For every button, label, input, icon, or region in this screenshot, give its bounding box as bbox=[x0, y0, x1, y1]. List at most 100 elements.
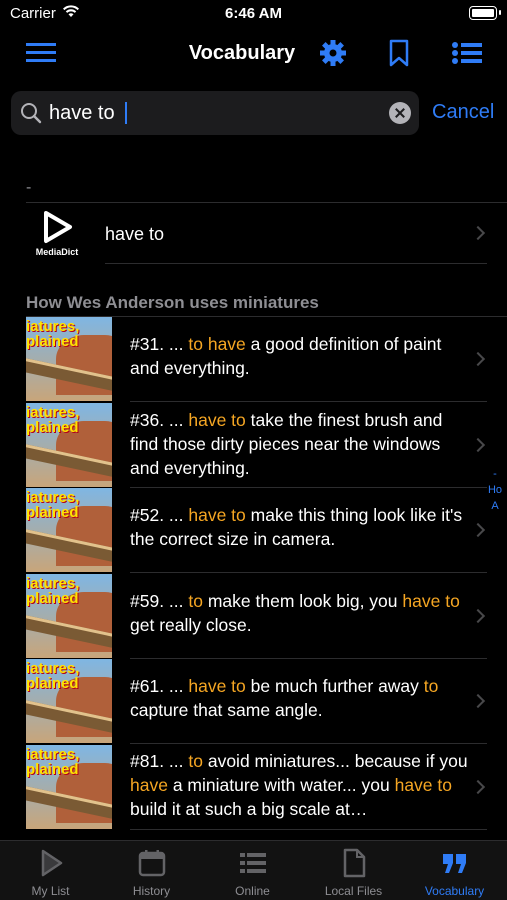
chevron-right-icon bbox=[470, 437, 486, 452]
chevron-right-icon bbox=[470, 693, 486, 709]
search-icon bbox=[20, 102, 42, 129]
search-input[interactable] bbox=[49, 91, 379, 135]
highlighted-phrase: to bbox=[188, 750, 203, 771]
subtitle-fragment: build it at such a big scale at… bbox=[130, 798, 368, 819]
chevron-right-icon bbox=[470, 225, 486, 241]
subtitle-number: #81. bbox=[130, 750, 165, 771]
subtitle-fragment: ... bbox=[164, 409, 189, 430]
subtitle-entry-row[interactable]: iatures, plained #81. ... to avoid miniatu… bbox=[0, 744, 507, 830]
tab-my-list[interactable]: My List bbox=[0, 841, 101, 900]
video-thumbnail: iatures, plained bbox=[26, 317, 112, 401]
chevron-right-icon bbox=[470, 351, 486, 367]
search-bar: Cancel bbox=[0, 91, 507, 137]
thumbnail-caption: plained bbox=[26, 418, 79, 436]
thumbnail-caption: plained bbox=[26, 675, 79, 692]
video-thumbnail: iatures, plained bbox=[26, 488, 112, 572]
index-entry[interactable]: Ho bbox=[485, 482, 505, 498]
subtitle-fragment: ... bbox=[164, 334, 189, 354]
battery-icon bbox=[469, 6, 501, 20]
subtitle-text: #31. ... to have a good definition of pa… bbox=[130, 332, 470, 380]
play-icon bbox=[36, 848, 66, 878]
subtitle-entry-row[interactable]: iatures, plained #59. ... to make them loo… bbox=[0, 573, 507, 659]
search-field[interactable] bbox=[11, 91, 419, 135]
dictionary-result-row[interactable]: MediaDict have to bbox=[0, 203, 507, 263]
logo-label: MediaDict bbox=[35, 247, 79, 257]
tab-online[interactable]: Online bbox=[202, 841, 303, 900]
subtitle-number: #61. bbox=[130, 676, 165, 696]
chevron-right-icon bbox=[470, 608, 486, 623]
clock: 6:46 AM bbox=[225, 5, 282, 22]
list-icon bbox=[238, 848, 268, 878]
subtitle-entry-row[interactable]: iatures, plained #36. ... have to take the… bbox=[0, 402, 507, 488]
cancel-button[interactable]: Cancel bbox=[432, 101, 494, 124]
subtitle-number: #31. bbox=[130, 334, 165, 354]
subtitle-fragment: get really close. bbox=[130, 614, 252, 635]
list-icon[interactable] bbox=[450, 38, 484, 68]
thumbnail-caption: plained bbox=[26, 504, 79, 521]
subtitle-text: #36. ... have to take the finest brush a… bbox=[130, 408, 470, 480]
subtitle-fragment: be much further away bbox=[245, 676, 424, 696]
highlighted-phrase: have to bbox=[402, 590, 460, 611]
tab-history[interactable]: History bbox=[101, 841, 202, 900]
thumbnail-caption: plained bbox=[26, 333, 79, 350]
subtitle-text: #81. ... to avoid miniatures... because … bbox=[130, 749, 470, 821]
subtitle-text: #59. ... to make them look big, you have… bbox=[130, 589, 470, 637]
thumbnail-caption: plained bbox=[26, 760, 79, 778]
section-index[interactable]: - Ho A bbox=[485, 466, 505, 514]
tab-bar: My List History Online Local Files Vocab… bbox=[0, 840, 507, 900]
video-section-header: How Wes Anderson uses miniatures bbox=[26, 293, 319, 312]
quote-icon bbox=[440, 848, 470, 878]
thumbnail-caption: plained bbox=[26, 589, 79, 607]
calendar-icon bbox=[137, 848, 167, 878]
divider bbox=[105, 263, 487, 264]
tab-label: History bbox=[132, 884, 171, 898]
video-thumbnail: iatures, plained bbox=[26, 573, 112, 658]
index-entry[interactable]: A bbox=[485, 498, 505, 514]
tab-label: Vocabulary bbox=[424, 884, 485, 898]
highlighted-phrase: have bbox=[130, 774, 168, 795]
subtitle-entry-row[interactable]: iatures, plained #61. ... have to be much … bbox=[0, 658, 507, 744]
subtitle-text: #52. ... have to make this thing look li… bbox=[130, 503, 470, 551]
highlighted-phrase: have to bbox=[188, 676, 246, 696]
divider bbox=[130, 828, 487, 830]
tab-local-files[interactable]: Local Files bbox=[303, 841, 404, 900]
subtitle-entry-row[interactable]: iatures, plained #31. ... to have a good d… bbox=[0, 316, 507, 402]
subtitle-entry-row[interactable]: iatures, plained #52. ... have to make thi… bbox=[0, 487, 507, 573]
highlighted-phrase: to bbox=[423, 676, 439, 696]
video-thumbnail: iatures, plained bbox=[26, 402, 112, 487]
subtitle-fragment: avoid miniatures... because if you bbox=[202, 750, 468, 771]
tab-label: My List bbox=[31, 884, 70, 898]
bookmark-icon[interactable] bbox=[383, 38, 417, 68]
video-thumbnail: iatures, plained bbox=[26, 744, 112, 829]
document-icon bbox=[339, 848, 369, 878]
video-thumbnail: iatures, plained bbox=[26, 659, 112, 743]
index-entry[interactable]: - bbox=[485, 466, 505, 482]
section-header: - bbox=[26, 179, 32, 196]
subtitle-fragment: ... bbox=[164, 676, 189, 696]
subtitle-fragment: ... bbox=[164, 590, 189, 611]
status-bar: Carrier 6:46 AM bbox=[0, 0, 507, 28]
subtitle-number: #36. bbox=[130, 409, 165, 430]
tab-label: Local Files bbox=[324, 884, 383, 898]
tab-label: Online bbox=[235, 884, 270, 898]
subtitle-fragment: ... bbox=[164, 505, 189, 525]
subtitle-number: #59. bbox=[130, 590, 165, 611]
highlighted-phrase: to bbox=[188, 590, 203, 611]
highlighted-phrase: have to bbox=[394, 774, 452, 795]
subtitle-number: #52. bbox=[130, 505, 165, 525]
dictionary-word: have to bbox=[105, 224, 165, 244]
tab-vocabulary[interactable]: Vocabulary bbox=[404, 841, 505, 900]
nav-bar: Vocabulary bbox=[0, 28, 507, 78]
highlighted-phrase: have to bbox=[188, 409, 246, 430]
highlighted-phrase: have to bbox=[188, 505, 246, 525]
subtitle-fragment: a miniature with water... you bbox=[167, 774, 395, 795]
clear-search-icon[interactable] bbox=[389, 102, 411, 124]
subtitle-fragment: ... bbox=[164, 750, 189, 771]
subtitle-fragment: capture that same angle. bbox=[130, 700, 323, 720]
text-caret bbox=[125, 102, 127, 124]
chevron-right-icon bbox=[470, 522, 486, 538]
highlighted-phrase: to have bbox=[188, 334, 246, 354]
chevron-right-icon bbox=[470, 779, 486, 794]
gear-icon[interactable] bbox=[316, 38, 350, 68]
mediadict-logo: MediaDict bbox=[34, 209, 80, 259]
